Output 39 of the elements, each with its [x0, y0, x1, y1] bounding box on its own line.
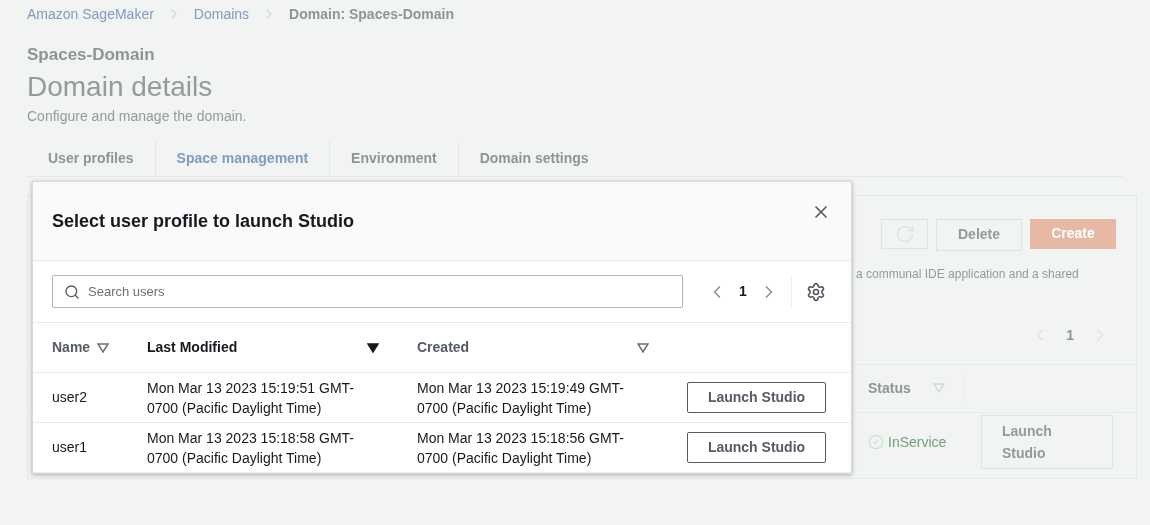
domain-name: Spaces-Domain	[27, 44, 156, 66]
breadcrumb-link[interactable]: Amazon SageMaker	[27, 3, 154, 25]
search-icon	[64, 283, 80, 300]
page-title: Domain details	[27, 69, 214, 104]
table-cell: Mon Mar 13 2023 15:19:51 GMT-0700 (Pacific Daylight Time)	[129, 373, 399, 423]
column-header[interactable]: Last Modified	[147, 337, 238, 358]
settings-icon[interactable]	[805, 281, 826, 302]
page-number[interactable]: 1	[1066, 324, 1074, 346]
search-field[interactable]: Search users	[52, 275, 683, 308]
sort-icon	[932, 383, 945, 393]
breadcrumb-link[interactable]: Domains	[193, 3, 250, 25]
column-header[interactable]: Name	[52, 337, 91, 358]
breadcrumb-current: Domain: Spaces-Domain	[289, 4, 455, 24]
tab[interactable]: Environment	[329, 140, 458, 176]
sort-icon	[637, 342, 649, 353]
delete-button[interactable]: Delete	[936, 218, 1022, 251]
launch-studio-button[interactable]: Launch Studio	[687, 382, 826, 413]
table-cell: user2	[33, 373, 129, 423]
page-number[interactable]: 1	[739, 281, 747, 302]
modal-title: Select user profile to launch Studio	[52, 209, 355, 233]
launch-studio-button[interactable]: Launch Studio	[687, 432, 826, 463]
table-cell: Mon Mar 13 2023 15:18:58 GMT-0700 (Pacific Daylight Time)	[129, 423, 399, 473]
sorted-descending-icon	[367, 342, 379, 353]
table-cell: Mon Mar 13 2023 15:18:56 GMT-0700 (Pacific Daylight Time)	[399, 423, 669, 473]
tab[interactable]: User profiles	[27, 140, 155, 176]
column-header[interactable]: Created	[417, 337, 470, 358]
check-circle-icon	[868, 434, 884, 450]
page-subtitle: Configure and manage the domain.	[27, 106, 248, 126]
table-cell: Mon Mar 13 2023 15:19:49 GMT-0700 (Pacific Daylight Time)	[399, 373, 669, 423]
table-cell: user1	[33, 423, 129, 473]
search-input[interactable]: Search users	[88, 281, 682, 302]
description-text: a communal IDE application and a shared	[856, 265, 1079, 283]
column-header[interactable]: Status	[868, 377, 911, 399]
create-button[interactable]: Create	[1030, 218, 1116, 249]
tab[interactable]: Space management	[154, 140, 330, 176]
tab[interactable]: Domain settings	[457, 140, 610, 176]
launch-studio-button[interactable]: Launch Studio	[981, 415, 1113, 469]
sort-icon	[97, 342, 109, 353]
status-text: InService	[888, 432, 948, 452]
